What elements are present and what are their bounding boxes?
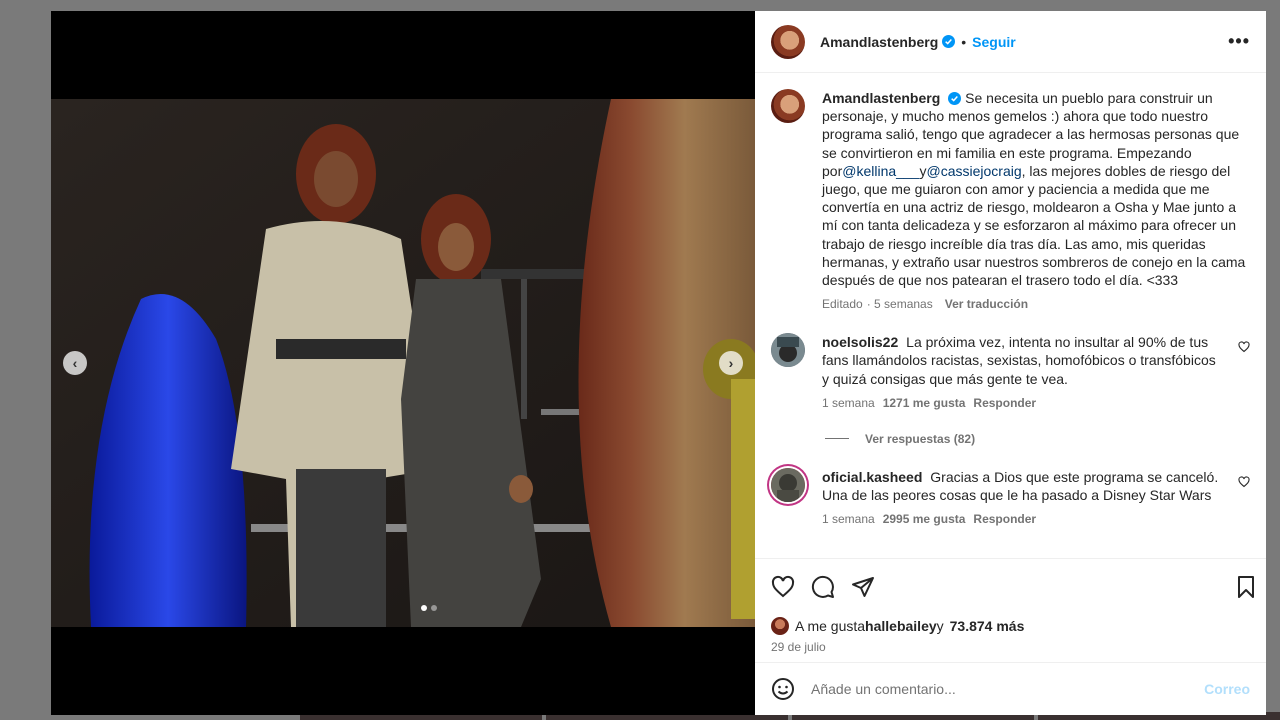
comment-item: noelsolis22 La próxima vez, intenta no i… [771, 333, 1250, 410]
post-modal: ‹ › Amandlastenberg • Seguir ••• Amandla… [51, 11, 1266, 715]
author-avatar[interactable] [771, 24, 805, 59]
caption-part: , las mejores dobles de riesgo del juego… [822, 162, 1246, 289]
comment-text: noelsolis22 La próxima vez, intenta no i… [822, 333, 1221, 388]
share-icon[interactable] [851, 575, 875, 599]
mention-link[interactable]: @kellina___ [842, 163, 919, 179]
caption-time: · 5 semanas [866, 297, 933, 312]
caption-meta: Editado · 5 semanas Ver traducción [822, 297, 1250, 311]
post-date[interactable]: 29 de julio [755, 638, 1266, 662]
replies-line [825, 438, 849, 440]
post-header: Amandlastenberg • Seguir ••• [755, 11, 1266, 73]
view-replies-button[interactable]: Ver respuestas (82) [825, 432, 1250, 446]
comment-icon[interactable] [811, 575, 835, 599]
likes-count[interactable]: 73.874 más [950, 618, 1025, 634]
comments-list: Amandlastenberg Se necesita un pueblo pa… [755, 73, 1266, 558]
post-actions [755, 558, 1266, 614]
follow-button[interactable]: Seguir [972, 34, 1016, 50]
comment-likes[interactable]: 2995 me gusta [883, 512, 966, 526]
author-username[interactable]: Amandlastenberg [820, 34, 938, 50]
next-slide-button[interactable]: › [719, 351, 743, 375]
verified-badge-icon [948, 92, 962, 105]
emoji-icon[interactable] [771, 677, 795, 701]
post-comment-button[interactable]: Correo [1204, 681, 1250, 697]
caption-text: Amandlastenberg Se necesita un pueblo pa… [822, 89, 1250, 289]
translate-button[interactable]: Ver traducción [945, 297, 1028, 311]
save-bookmark-icon[interactable] [1234, 575, 1258, 599]
previous-slide-button[interactable]: ‹ [63, 351, 87, 375]
verified-badge-icon [942, 35, 956, 48]
carousel-dots [421, 605, 437, 611]
comment-likes[interactable]: 1271 me gusta [883, 396, 966, 410]
commenter-avatar[interactable] [771, 467, 805, 502]
caption: Amandlastenberg Se necesita un pueblo pa… [771, 89, 1250, 311]
likes-conjunction: y [936, 618, 944, 634]
author-avatar[interactable] [771, 89, 805, 123]
edited-label: Editado [822, 297, 863, 312]
liker-avatar[interactable] [771, 617, 789, 635]
more-options-icon[interactable]: ••• [1228, 31, 1250, 52]
comment-time: 1 semana [822, 512, 875, 527]
carousel-dot-active [421, 605, 427, 611]
commenter-avatar[interactable] [771, 333, 805, 368]
carousel-dot [431, 605, 437, 611]
post-photo [51, 99, 755, 627]
comment-username[interactable]: oficial.kasheed [822, 469, 922, 485]
comment-like-icon[interactable] [1238, 341, 1250, 353]
comment-meta: 1 semana 2995 me gusta Responder [822, 512, 1221, 526]
like-icon[interactable] [771, 575, 795, 599]
liker-username[interactable]: hallebailey [865, 618, 937, 634]
comment-username[interactable]: noelsolis22 [822, 334, 898, 350]
add-comment-bar: Correo [755, 662, 1266, 715]
reply-button[interactable]: Responder [973, 396, 1036, 410]
comment-like-icon[interactable] [1238, 476, 1250, 488]
comment-meta: 1 semana 1271 me gusta Responder [822, 396, 1221, 410]
view-replies-label: Ver respuestas (82) [865, 431, 976, 446]
post-media: ‹ › [51, 11, 755, 715]
comment-text: oficial.kasheed Gracias a Dios que este … [822, 468, 1221, 504]
comment-time: 1 semana [822, 395, 875, 410]
likes-summary: A me gusta hallebailey y 73.874 más [755, 614, 1266, 638]
likes-prefix: A me gusta [795, 618, 866, 634]
comment-item: oficial.kasheed Gracias a Dios que este … [771, 467, 1250, 526]
post-side-panel: Amandlastenberg • Seguir ••• Amandlasten… [755, 11, 1266, 715]
caption-username[interactable]: Amandlastenberg [822, 90, 940, 106]
caption-part: y [919, 162, 927, 179]
header-separator: • [961, 33, 967, 50]
reply-button[interactable]: Responder [973, 512, 1036, 526]
comment-input[interactable] [811, 681, 1189, 697]
mention-link[interactable]: @cassiejocraig [927, 163, 1022, 179]
